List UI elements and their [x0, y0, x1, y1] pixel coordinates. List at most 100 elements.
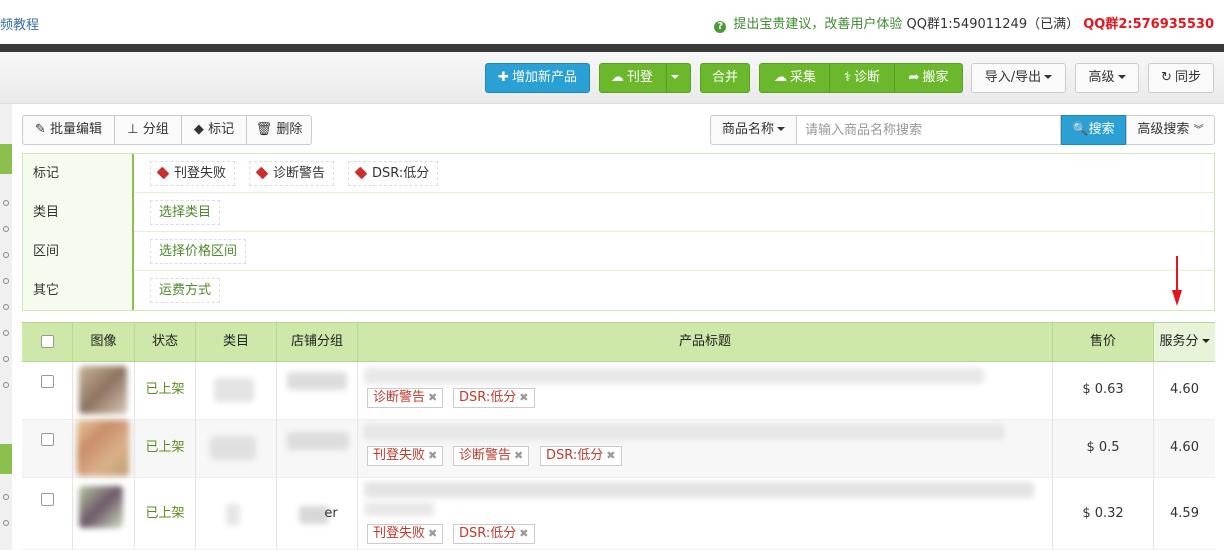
select-price-range-chip[interactable]: 选择价格区间	[150, 239, 247, 264]
sort-down-icon	[1201, 339, 1210, 343]
add-product-button[interactable]: ✚ 增加新产品	[485, 63, 590, 93]
close-icon[interactable]: ✖	[606, 449, 615, 462]
share-arrow-icon: ➦	[908, 70, 920, 85]
product-title-cell[interactable]: 刊登失败 ✖ 诊断警告 ✖ DSR:低分 ✖	[358, 420, 1053, 478]
product-tag[interactable]: 刊登失败 ✖	[367, 524, 444, 544]
merge-button[interactable]: 合并	[700, 63, 750, 93]
product-image[interactable]	[73, 362, 135, 420]
status-badge: 已上架	[135, 478, 196, 550]
filter-chip-diagnose-warning[interactable]: 诊断警告	[249, 161, 335, 186]
close-icon[interactable]: ✖	[428, 527, 437, 540]
search-field-select[interactable]: 商品名称	[710, 115, 797, 145]
filter-chip-publish-failed[interactable]: 刊登失败	[150, 161, 236, 186]
row-checkbox[interactable]	[40, 433, 54, 446]
edit-icon: ✎	[34, 122, 46, 137]
col-price: 售价	[1053, 323, 1154, 361]
filter-label: 其它	[23, 271, 134, 310]
move-button[interactable]: ➦ 搬家	[895, 64, 962, 92]
select-category-chip[interactable]: 选择类目	[150, 200, 221, 225]
tag-icon	[255, 166, 269, 180]
cloud-download-icon: ☁	[773, 70, 787, 85]
store-group-cell	[277, 420, 358, 478]
product-title-cell[interactable]: 诊断警告 ✖ DSR:低分 ✖	[358, 362, 1053, 420]
tag-icon	[354, 166, 368, 180]
collect-button[interactable]: ☁ 采集	[760, 64, 830, 92]
top-right-info: ? 提出宝贵建议，改善用户体验 QQ群1:549011249（已满） QQ群2:…	[714, 13, 1214, 33]
tag-icon	[156, 166, 170, 180]
service-score-cell: 4.60	[1170, 382, 1199, 397]
chevron-down-icon	[1117, 75, 1126, 79]
status-badge: 已上架	[135, 420, 196, 478]
trash-icon: 🗑	[255, 122, 273, 137]
category-cell	[196, 420, 277, 478]
search-input[interactable]	[796, 115, 1061, 145]
close-icon[interactable]: ✖	[428, 449, 437, 462]
category-cell	[196, 362, 277, 420]
shipping-method-chip[interactable]: 运费方式	[150, 278, 221, 303]
product-tag[interactable]: 诊断警告 ✖	[453, 446, 530, 466]
filter-label: 类目	[23, 193, 134, 232]
product-image[interactable]	[73, 420, 135, 478]
product-image[interactable]	[73, 478, 135, 550]
qq-group-1: QQ群1:549011249（已满）	[906, 17, 1080, 32]
delete-button[interactable]: 🗑 删除	[246, 115, 312, 145]
product-tag[interactable]: DSR:低分 ✖	[540, 446, 622, 466]
col-title: 产品标题	[358, 323, 1053, 361]
close-icon[interactable]: ✖	[519, 391, 528, 404]
mark-button[interactable]: ◆ 标记	[181, 115, 247, 145]
select-all-checkbox[interactable]	[40, 335, 54, 348]
service-score-cell: 4.60	[1170, 440, 1199, 455]
advanced-search-button[interactable]: 高级搜索 ︾	[1126, 115, 1215, 145]
sitemap-icon: ⊥	[127, 122, 139, 137]
filter-label: 区间	[23, 232, 134, 271]
service-score-cell: 4.59	[1170, 506, 1199, 521]
product-tag[interactable]: 刊登失败 ✖	[367, 446, 444, 466]
store-group-cell	[277, 362, 358, 420]
cloud-upload-icon: ☁	[610, 70, 624, 85]
close-icon[interactable]: ✖	[514, 449, 523, 462]
collect-group: ☁ 采集 ⚕ 诊断 ➦ 搬家	[759, 63, 963, 93]
chevron-down-icon[interactable]	[671, 75, 680, 79]
qq-group-2: QQ群2:576935530	[1083, 17, 1214, 32]
group-button[interactable]: ⊥ 分组	[114, 115, 182, 145]
close-icon[interactable]: ✖	[519, 527, 528, 540]
product-tag[interactable]: DSR:低分 ✖	[453, 524, 535, 544]
advanced-button[interactable]: 高级	[1075, 63, 1139, 93]
product-tag[interactable]: 诊断警告 ✖	[367, 388, 444, 408]
status-badge: 已上架	[135, 362, 196, 420]
col-image: 图像	[73, 323, 135, 361]
top-bar: 频教程 ? 提出宝贵建议，改善用户体验 QQ群1:549011249（已满） Q…	[0, 0, 1224, 44]
price-cell: $ 0.32	[1053, 478, 1154, 550]
row-checkbox[interactable]	[40, 375, 54, 388]
filter-row-price-range: 区间 选择价格区间	[23, 232, 1214, 271]
filter-chip-dsr-low[interactable]: DSR:低分	[348, 161, 439, 186]
store-group-cell: er	[277, 478, 358, 550]
price-cell: $ 0.5	[1053, 420, 1154, 478]
filter-row-other: 其它 运费方式	[23, 271, 1214, 310]
price-cell: $ 0.63	[1053, 362, 1154, 420]
stethoscope-icon: ⚕	[843, 70, 852, 85]
select-all-cell	[22, 323, 73, 361]
close-icon[interactable]: ✖	[428, 391, 437, 404]
col-category: 类目	[196, 323, 277, 361]
sync-button[interactable]: ↻ 同步	[1148, 63, 1214, 93]
search-icon: 🔍	[1072, 122, 1089, 137]
diagnose-button[interactable]: ⚕ 诊断	[830, 64, 894, 92]
import-export-button[interactable]: 导入/导出	[971, 63, 1066, 93]
publish-button[interactable]: ☁ 刊登	[599, 63, 691, 93]
left-sidebar-strip	[0, 104, 12, 550]
table-row: 已上架 er 刊登失败 ✖ DSR:低分 ✖ $ 0.32 4.59	[22, 478, 1215, 550]
table-row: 已上架 诊断警告 ✖ DSR:低分 ✖ $ 0.63 4.60	[22, 362, 1215, 420]
filter-label: 标记	[23, 154, 134, 193]
batch-edit-button[interactable]: ✎ 批量编辑	[22, 115, 115, 145]
row-checkbox[interactable]	[40, 493, 54, 506]
product-title-cell[interactable]: 刊登失败 ✖ DSR:低分 ✖	[358, 478, 1053, 550]
feedback-link[interactable]: 提出宝贵建议，改善用户体验	[733, 17, 902, 32]
header-divider	[0, 44, 1224, 52]
product-tag[interactable]: DSR:低分 ✖	[453, 388, 535, 408]
col-service-score[interactable]: 服务分	[1154, 323, 1215, 361]
search-button[interactable]: 🔍搜索	[1061, 115, 1126, 145]
tutorial-link[interactable]: 频教程	[0, 14, 39, 33]
refresh-icon: ↻	[1161, 70, 1172, 85]
annotation-arrow-icon	[1172, 256, 1182, 306]
